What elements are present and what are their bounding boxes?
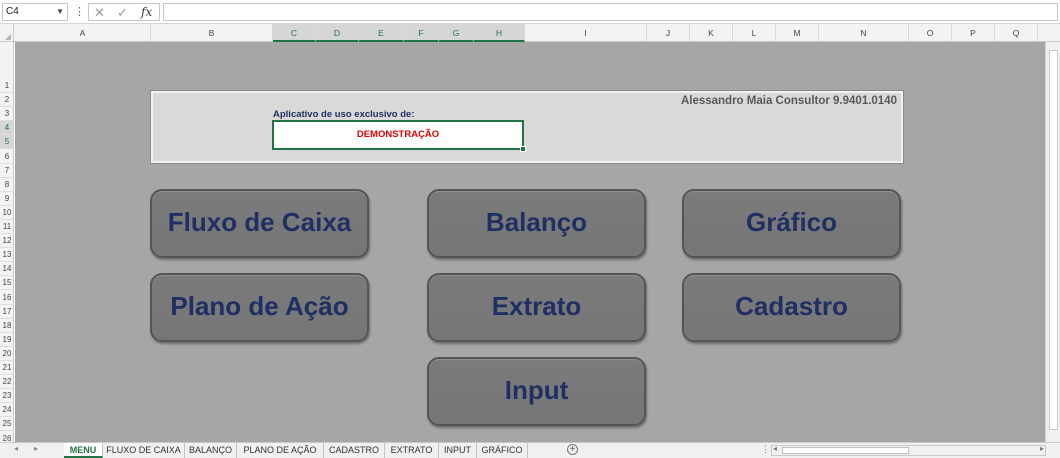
consultant-label: Alessandro Maia Consultor 9.9401.0140 [680, 95, 897, 107]
row-header-6[interactable]: 6 [0, 150, 14, 164]
name-box-value: C4 [6, 6, 19, 17]
fluxo-de-caixa-button[interactable]: Fluxo de Caixa [150, 189, 369, 258]
row-header-13[interactable]: 13 [0, 248, 14, 263]
scroll-right-icon[interactable]: ▸ [1040, 444, 1044, 453]
column-header-o[interactable]: O [909, 24, 952, 42]
exclusive-use-label: Aplicativo de uso exclusivo de: [273, 109, 415, 120]
column-header-q[interactable]: Q [995, 24, 1038, 42]
column-header-g[interactable]: G [439, 24, 474, 42]
row-header-15[interactable]: 15 [0, 276, 14, 291]
row-headers: 1 2 3 4 5 6 7 8 9 10 11 12 13 14 15 16 17 18 19 20 21 22 23 24 2… [0, 42, 14, 446]
sheet-tab-7[interactable]: INPUT [439, 443, 477, 458]
select-all-button[interactable] [0, 24, 14, 42]
row-header-20[interactable]: 20 [0, 347, 14, 361]
column-header-m[interactable]: M [776, 24, 819, 42]
sheet-tab-3[interactable]: BALANÇO [185, 443, 237, 458]
row-header-17[interactable]: 17 [0, 305, 14, 319]
column-header-j[interactable]: J [647, 24, 690, 42]
excel-window: C4 ▼ ⋮ ✕ ✓ fx ABCDEFGHIJKLMNOPQ 12345678… [0, 0, 1060, 458]
row-header-21[interactable]: 21 [0, 361, 14, 376]
row-header-16[interactable]: 16 [0, 291, 14, 305]
sheet-tab-5[interactable]: CADASTRO [324, 443, 385, 458]
sheet-tab-2[interactable]: FLUXO DE CAIXA [103, 443, 185, 458]
column-header-a[interactable]: A [15, 24, 151, 42]
formula-input[interactable] [163, 3, 1058, 21]
sheet-tab-6[interactable]: EXTRATO [385, 443, 439, 458]
row-header-24[interactable]: 24 [0, 403, 14, 418]
column-header-e[interactable]: E [359, 24, 404, 42]
row-header-4[interactable]: 4 [0, 121, 14, 136]
row-header-19[interactable]: 19 [0, 333, 14, 347]
column-header-n[interactable]: N [819, 24, 909, 42]
sheet-tab-bar: ◂ ▸ + ⋮ ◂ ▸ MENU FLUXO DE CAIXA BALANÇO PLA… [0, 442, 1060, 458]
column-header-k[interactable]: K [690, 24, 733, 42]
more-options-icon[interactable]: ⋮ [761, 444, 770, 455]
row-header-5[interactable]: 5 [0, 135, 14, 150]
scroll-left-icon[interactable]: ◂ [773, 444, 777, 453]
column-header-p[interactable]: P [952, 24, 995, 42]
row-header-14[interactable]: 14 [0, 262, 14, 277]
horizontal-scroll-thumb[interactable] [782, 447, 909, 454]
chevron-down-icon[interactable]: ▼ [56, 4, 64, 20]
column-header-l[interactable]: L [733, 24, 776, 42]
formula-bar: C4 ▼ ⋮ ✕ ✓ fx [0, 0, 1060, 24]
confirm-icon[interactable]: ✓ [117, 4, 128, 21]
insert-function-icon[interactable]: fx [141, 4, 152, 21]
vertical-scrollbar[interactable] [1045, 42, 1060, 442]
column-headers: ABCDEFGHIJKLMNOPQ [0, 24, 1060, 42]
column-header-c[interactable]: C [273, 24, 316, 42]
column-header-b[interactable]: B [151, 24, 273, 42]
row-header-3[interactable]: 3 [0, 107, 14, 122]
row-header-12[interactable]: 12 [0, 234, 14, 249]
column-header-d[interactable]: D [316, 24, 359, 42]
input-button[interactable]: Input [427, 357, 646, 426]
plano-de-acao-button[interactable]: Plano de Ação [150, 273, 369, 342]
row-header-8[interactable]: 8 [0, 178, 14, 192]
balanco-button[interactable]: Balanço [427, 189, 646, 258]
extrato-button[interactable]: Extrato [427, 273, 646, 342]
tab-scroll-right-icon[interactable]: ▸ [34, 444, 38, 453]
row-header-1[interactable]: 1 [0, 79, 14, 94]
row-header-2[interactable]: 2 [0, 93, 14, 108]
licensee-cell[interactable]: DEMONSTRAÇÃO [272, 120, 526, 152]
name-box[interactable]: C4 ▼ [2, 3, 68, 21]
add-sheet-icon[interactable]: + [567, 444, 578, 455]
horizontal-scrollbar[interactable]: ◂ ▸ [771, 444, 1046, 456]
column-header-i[interactable]: I [525, 24, 647, 42]
tab-scroll-left-icon[interactable]: ◂ [14, 444, 18, 453]
row-header-9[interactable]: 9 [0, 192, 14, 206]
sheet-tab-1[interactable]: MENU [64, 443, 103, 458]
formula-actions: ✕ ✓ fx [88, 3, 160, 21]
sheet-area: Alessandro Maia Consultor 9.9401.0140 Ap… [15, 42, 1045, 442]
column-header-f[interactable]: F [404, 24, 439, 42]
column-header-h[interactable]: H [474, 24, 525, 42]
row-header-22[interactable]: 22 [0, 375, 14, 390]
cadastro-button[interactable]: Cadastro [682, 273, 901, 342]
sheet-tab-4[interactable]: PLANO DE AÇÃO [237, 443, 324, 458]
row-header-25[interactable]: 25 [0, 417, 14, 432]
row-header-10[interactable]: 10 [0, 206, 14, 220]
row-header-11[interactable]: 11 [0, 220, 14, 235]
row-header-7[interactable]: 7 [0, 164, 14, 178]
row-header-18[interactable]: 18 [0, 319, 14, 333]
row-header-23[interactable]: 23 [0, 389, 14, 404]
more-options-icon[interactable]: ⋮ [74, 4, 85, 20]
sheet-tab-8[interactable]: GRÁFICO [477, 443, 528, 458]
grafico-button[interactable]: Gráfico [682, 189, 901, 258]
cancel-icon[interactable]: ✕ [94, 4, 105, 21]
vertical-scroll-thumb[interactable] [1049, 50, 1058, 430]
info-panel: Alessandro Maia Consultor 9.9401.0140 Ap… [151, 91, 903, 163]
